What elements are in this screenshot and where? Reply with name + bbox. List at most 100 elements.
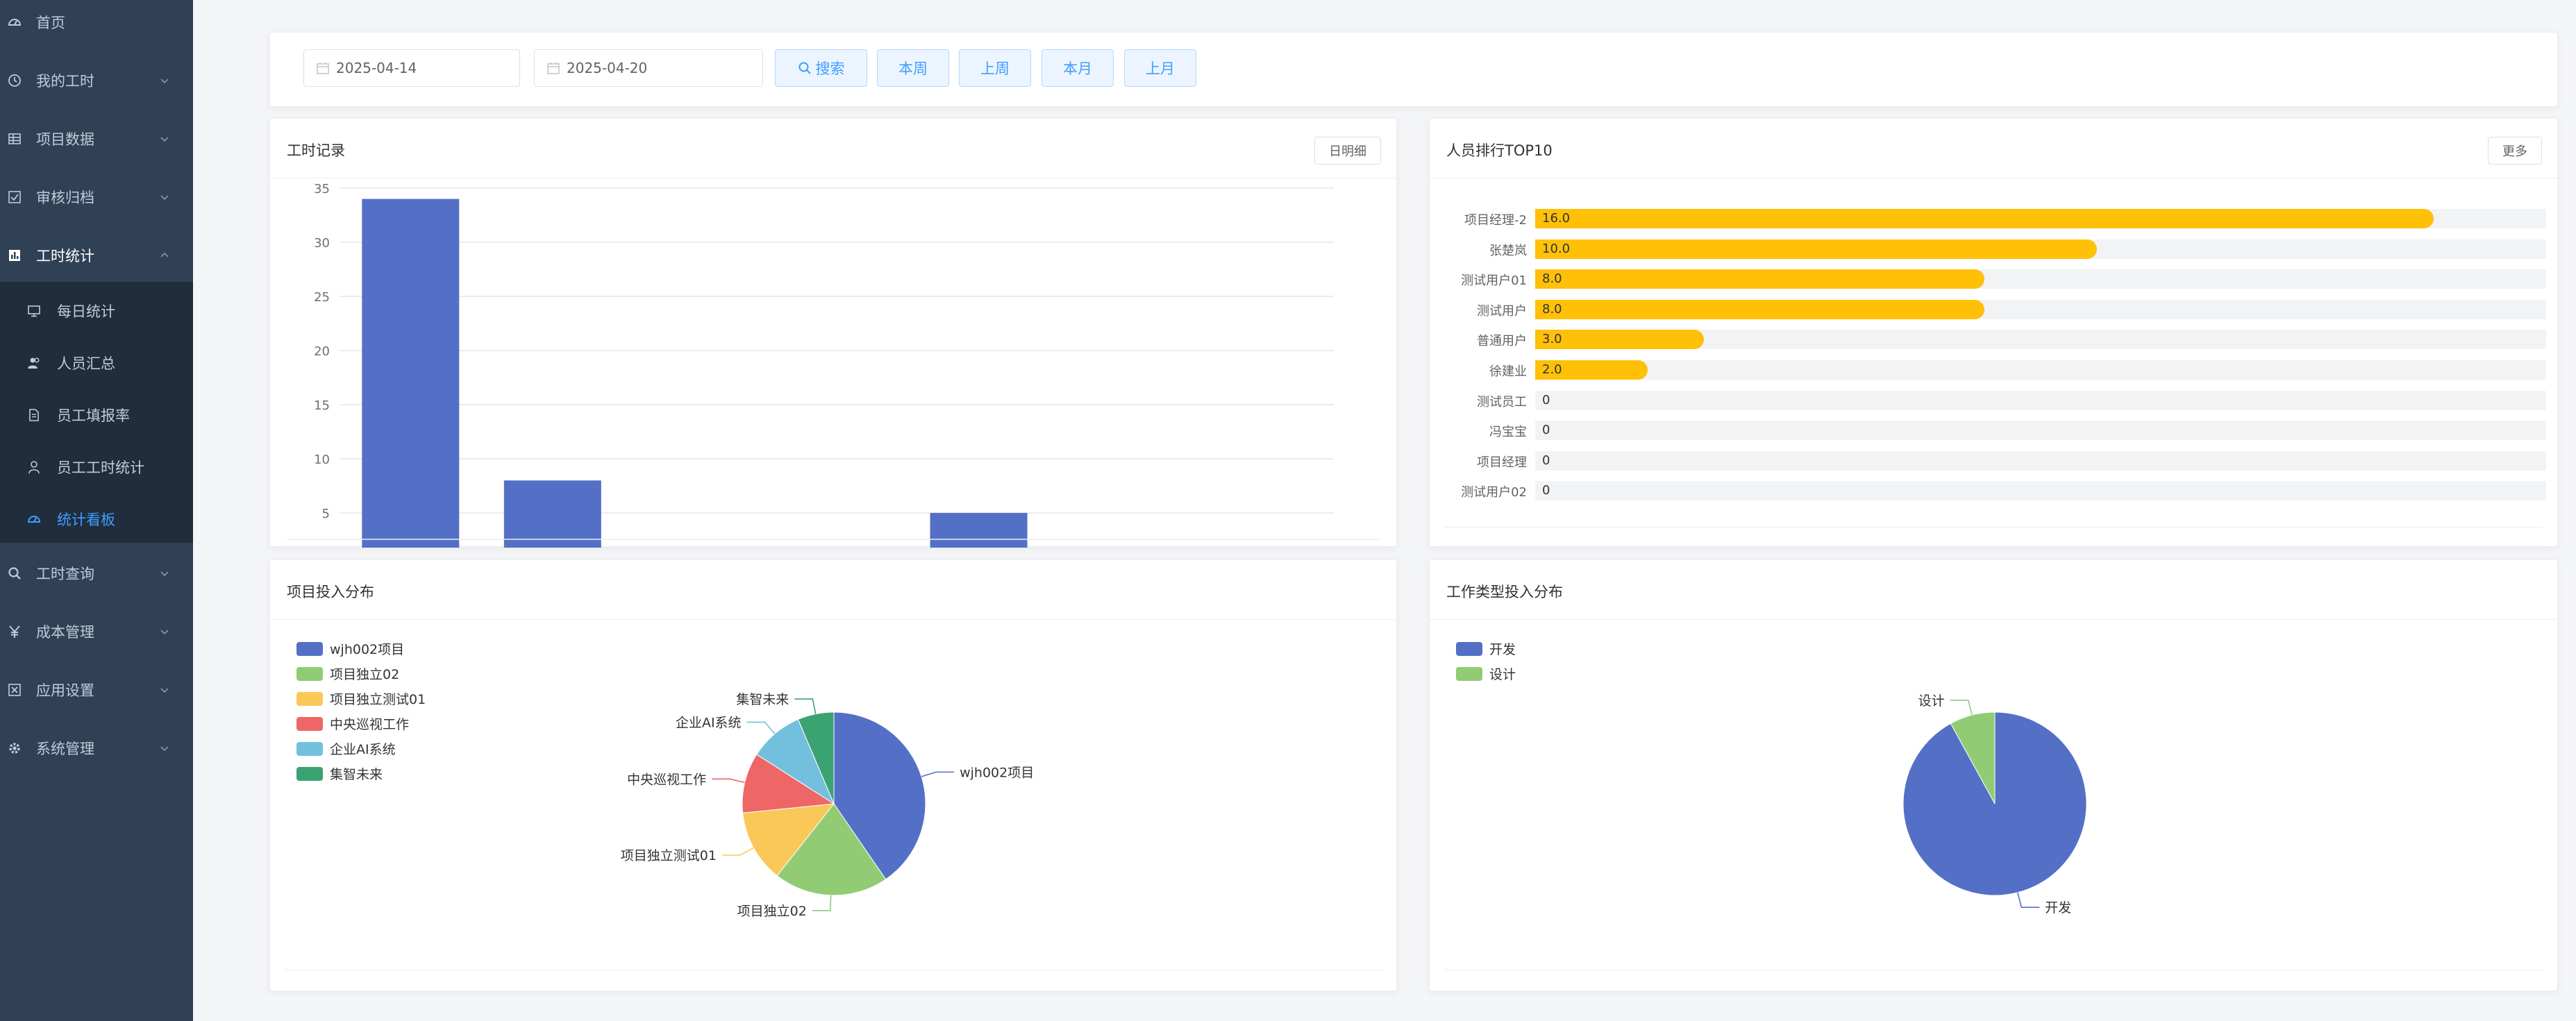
worktype-distribution-card: 工作类型投入分布 开发 设计 开发 设计: [1429, 559, 2558, 991]
worktype-pie-chart: 开发 设计: [1902, 693, 2087, 915]
users-icon: [26, 355, 42, 371]
yen-icon: [7, 624, 22, 639]
close-box-icon: [7, 682, 22, 698]
label-leader-line: [721, 847, 754, 856]
ranking-value: 10.0: [1542, 241, 1571, 256]
user-icon: [26, 459, 42, 475]
ranking-bar: [1535, 209, 2434, 228]
sidebar-subitem-label: 员工填报率: [57, 407, 130, 424]
ranking-row: 测试用户01 8.0: [1438, 269, 2549, 289]
y-tick-label: 10: [314, 453, 330, 467]
ranking-bar: [1535, 299, 1985, 319]
last-week-button[interactable]: 上周: [959, 49, 1031, 87]
ranking-name: 徐建业: [1489, 364, 1527, 379]
label-leader-line: [921, 771, 955, 777]
chevron-down-icon: [160, 137, 169, 142]
ranking-value: 8.0: [1542, 301, 1562, 317]
sidebar-subitem-0[interactable]: 每日统计: [0, 285, 193, 337]
pie-label: 设计: [1918, 693, 1945, 709]
ranking-value: 2.0: [1542, 362, 1562, 377]
ranking-row: 徐建业 2.0: [1438, 360, 2549, 380]
sidebar-subitem-2[interactable]: 员工填报率: [0, 389, 193, 441]
ranking-track: 2.0: [1535, 360, 2546, 380]
sidebar-subitem-label: 员工工时统计: [57, 459, 144, 476]
project-card-title: 项目投入分布: [287, 584, 374, 600]
end-date-input[interactable]: 2025-04-20: [534, 49, 763, 87]
this-month-button[interactable]: 本月: [1042, 49, 1114, 87]
this-week-button[interactable]: 本周: [877, 49, 949, 87]
ranking-value: 0: [1542, 483, 1550, 498]
pie-label: wjh002项目: [960, 765, 1034, 780]
sidebar-subitem-1[interactable]: 人员汇总: [0, 337, 193, 389]
ranking-track: 0: [1535, 450, 2546, 471]
sidebar-item-label: 成本管理: [36, 624, 94, 641]
label-leader-line: [812, 895, 832, 911]
sidebar-item-3[interactable]: 审核归档: [0, 168, 193, 226]
ranking-track: 3.0: [1535, 330, 2546, 350]
y-tick-label: 30: [314, 236, 330, 251]
daily-detail-button[interactable]: 日明细: [1314, 137, 1381, 164]
sidebar-item-6[interactable]: 成本管理: [0, 602, 193, 661]
sidebar-item-8[interactable]: 系统管理: [0, 719, 193, 777]
sidebar-item-0[interactable]: 首页: [0, 0, 193, 51]
ranking-row: 测试用户 8.0: [1438, 299, 2549, 319]
table-icon: [7, 131, 22, 146]
y-tick-label: 5: [322, 507, 330, 521]
ranking-row: 项目经理-2 16.0: [1438, 209, 2549, 228]
chevron-down-icon: [160, 688, 169, 693]
pie-label: 项目独立02: [737, 904, 807, 919]
sidebar-subitem-3[interactable]: 员工工时统计: [0, 441, 193, 493]
sidebar-item-label: 项目数据: [36, 131, 94, 148]
ranking-name: 测试用户02: [1461, 485, 1527, 500]
sidebar-item-label: 首页: [36, 15, 65, 31]
last-month-button[interactable]: 上月: [1124, 49, 1196, 87]
sidebar-item-1[interactable]: 我的工时: [0, 51, 193, 110]
sidebar: 首页我的工时项目数据审核归档工时统计工时查询成本管理应用设置系统管理 每日统计人员…: [0, 0, 193, 1021]
label-leader-line: [1950, 700, 1973, 716]
sidebar-item-label: 系统管理: [36, 741, 94, 757]
card-header: 项目投入分布: [270, 560, 1396, 620]
end-date-value: 2025-04-20: [567, 60, 648, 76]
ranking-track: 8.0: [1535, 269, 2546, 289]
more-button[interactable]: 更多: [2488, 137, 2542, 164]
ranking-card-title: 人员排行TOP10: [1446, 142, 1553, 159]
clock-icon: [7, 73, 22, 88]
sidebar-subitem-label: 统计看板: [57, 511, 115, 528]
card-header: 人员排行TOP10 更多: [1430, 119, 2557, 178]
ranking-row: 冯宝宝 0: [1438, 421, 2549, 441]
sidebar-item-2[interactable]: 项目数据: [0, 110, 193, 168]
sidebar-subitem-label: 人员汇总: [57, 355, 115, 372]
worktype-card-title: 工作类型投入分布: [1446, 584, 1563, 600]
bar[interactable]: [362, 199, 460, 548]
sidebar-item-7[interactable]: 应用设置: [0, 661, 193, 719]
hours-bar-chart: 051015202530352025-04-142025-04-152025-0…: [287, 182, 1381, 548]
ranking-row: 测试用户02 0: [1438, 481, 2549, 501]
bar[interactable]: [930, 513, 1028, 548]
search-button-label: 搜索: [815, 60, 845, 77]
ranking-track: 0: [1535, 390, 2546, 410]
sidebar-item-5[interactable]: 工时查询: [0, 544, 193, 602]
ranking-row: 测试员工 0: [1438, 390, 2549, 410]
chart-icon: [7, 248, 22, 263]
project-distribution-card: 项目投入分布 wjh002项目 项目独立02 项目独立测试01 中央巡视工作 企业AI系…: [269, 559, 1397, 991]
y-tick-label: 15: [314, 398, 330, 413]
pie-label: 企业AI系统: [676, 715, 742, 730]
sidebar-item-label: 工时统计: [36, 248, 94, 264]
sidebar-item-label: 工时查询: [36, 566, 94, 582]
start-date-value: 2025-04-14: [336, 60, 417, 76]
ranking-name: 项目经理: [1477, 455, 1527, 470]
filter-card: 2025-04-14 2025-04-20 搜索 本周 上周 本月 上月: [269, 32, 2558, 107]
start-date-input[interactable]: 2025-04-14: [303, 49, 520, 87]
sidebar-subitem-4[interactable]: 统计看板: [0, 493, 193, 545]
dashboard-icon: [7, 15, 22, 30]
ranking-bar: [1535, 239, 2097, 259]
document-icon: [26, 407, 42, 423]
sidebar-item-4[interactable]: 工时统计: [0, 226, 193, 285]
label-leader-line: [794, 698, 817, 714]
bar[interactable]: [503, 480, 601, 548]
y-tick-label: 35: [314, 182, 330, 196]
calendar-icon: [317, 62, 329, 74]
pie-label: 项目独立测试01: [621, 848, 717, 863]
search-button[interactable]: 搜索: [775, 49, 867, 87]
ranking-name: 项目经理-2: [1464, 213, 1527, 228]
